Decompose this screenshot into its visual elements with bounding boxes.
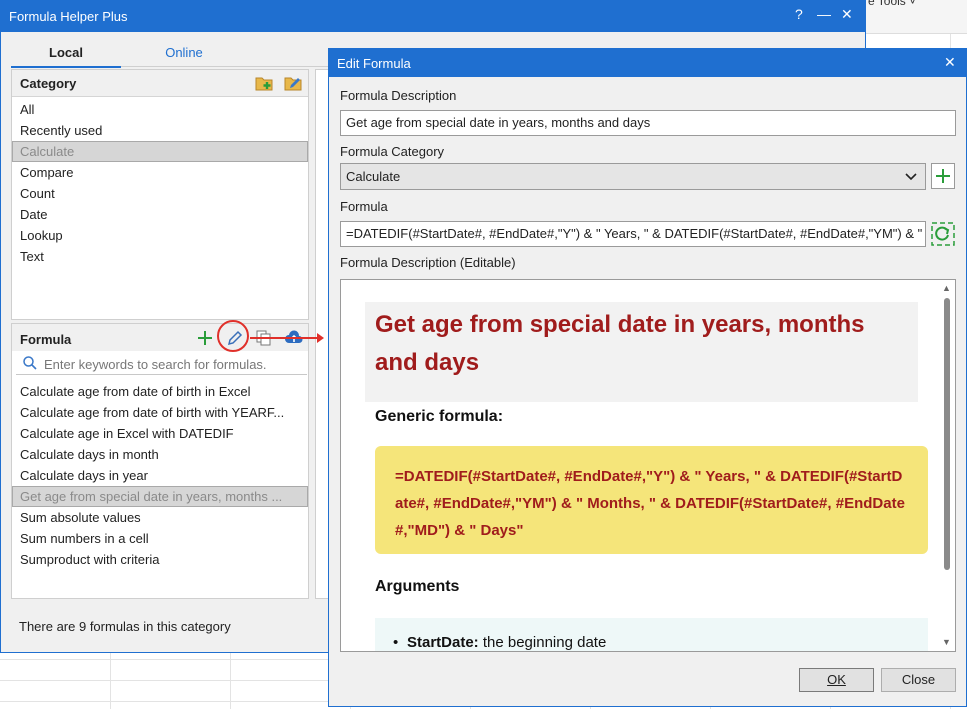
edit-title: Edit Formula — [337, 56, 411, 71]
category-select-value: Calculate — [346, 169, 401, 184]
search-input[interactable]: Enter keywords to search for formulas. — [44, 357, 267, 372]
formula-field[interactable]: =DATEDIF(#StartDate#, #EndDate#,"Y") & "… — [340, 221, 926, 247]
category-item[interactable]: Count — [12, 183, 308, 204]
add-category-button[interactable] — [931, 163, 955, 189]
formula-item[interactable]: Sum numbers in a cell — [12, 528, 308, 549]
category-panel: Category All Recently used Calculate Compar… — [11, 69, 309, 320]
cloud-upload-icon[interactable] — [284, 329, 304, 349]
formula-item[interactable]: Calculate age from date of birth in Exce… — [12, 381, 308, 402]
tab-online[interactable]: Online — [129, 45, 239, 60]
category-item[interactable]: Lookup — [12, 225, 308, 246]
chevron-down-icon — [905, 164, 917, 198]
red-arrow-annotation — [250, 333, 324, 343]
category-heading: Category — [20, 76, 77, 91]
ribbon-tools-label: e Tools ˅ — [868, 0, 917, 8]
generic-formula-heading: Generic formula: — [375, 408, 504, 425]
add-formula-icon[interactable] — [196, 329, 216, 349]
main-close-button[interactable]: ✕ — [841, 6, 853, 23]
bullet-icon: • — [393, 634, 399, 651]
category-item[interactable]: Recently used — [12, 120, 308, 141]
minimize-button[interactable]: — — [817, 6, 831, 22]
category-label: Formula Category — [340, 144, 445, 159]
preview-scrollbar[interactable]: ▲ ▼ — [939, 280, 955, 651]
formula-label: Formula — [340, 199, 388, 214]
argument-description: the beginning date — [478, 634, 607, 651]
close-button[interactable]: Close — [881, 668, 956, 692]
generic-formula-code: =DATEDIF(#StartDate#, #EndDate#,"Y") & "… — [375, 446, 928, 554]
arguments-heading: Arguments — [375, 578, 460, 595]
ok-button-label: OK — [827, 672, 846, 687]
category-header: Category — [12, 70, 308, 97]
scroll-up-icon[interactable]: ▲ — [942, 283, 951, 293]
formula-count-status: There are 9 formulas in this category — [19, 619, 231, 634]
formula-item[interactable]: Calculate age in Excel with DATEDIF — [12, 423, 308, 444]
formula-item[interactable]: Calculate age from date of birth with YE… — [12, 402, 308, 423]
argument-name: StartDate: — [407, 634, 479, 651]
formula-list: Calculate age from date of birth in Exce… — [12, 381, 308, 570]
category-select[interactable]: Calculate — [340, 163, 926, 190]
edit-highlight-circle — [217, 320, 249, 352]
description-field[interactable]: Get age from special date in years, mont… — [340, 110, 956, 136]
category-item[interactable]: All — [12, 99, 308, 120]
description-label: Formula Description — [340, 88, 457, 103]
search-icon — [22, 355, 38, 374]
ok-button[interactable]: OK — [799, 668, 874, 692]
edit-titlebar: Edit Formula ✕ — [329, 49, 966, 77]
argument-startdate: • StartDate: the beginning date — [393, 634, 607, 651]
category-item[interactable]: Compare — [12, 162, 308, 183]
editable-description-label: Formula Description (Editable) — [340, 255, 516, 270]
formula-item[interactable]: Get age from special date in years, mont… — [12, 486, 308, 507]
ribbon-fragment: e Tools ˅ — [860, 0, 967, 34]
help-button[interactable]: ? — [795, 6, 803, 22]
category-item[interactable]: Text — [12, 246, 308, 267]
edit-category-icon[interactable] — [284, 74, 304, 94]
copy-icon[interactable] — [255, 329, 275, 349]
scroll-thumb[interactable] — [944, 298, 950, 570]
scroll-down-icon[interactable]: ▼ — [942, 637, 951, 647]
edit-formula-dialog: Edit Formula ✕ Formula Description Get a… — [328, 48, 967, 707]
tab-local[interactable]: Local — [11, 45, 121, 68]
description-preview[interactable]: Get age from special date in years, mont… — [340, 279, 956, 652]
formula-search[interactable]: Enter keywords to search for formulas. — [16, 353, 307, 375]
formula-panel: Formula Enter keywords to search for for… — [11, 323, 309, 599]
category-item[interactable]: Date — [12, 204, 308, 225]
preview-title: Get age from special date in years, mont… — [375, 311, 865, 376]
formula-item[interactable]: Sumproduct with criteria — [12, 549, 308, 570]
category-list: All Recently used Calculate Compare Count Dat… — [12, 99, 308, 267]
formula-item[interactable]: Sum absolute values — [12, 507, 308, 528]
refresh-icon[interactable] — [931, 221, 955, 247]
add-category-icon[interactable] — [255, 74, 275, 94]
formula-item[interactable]: Calculate days in month — [12, 444, 308, 465]
category-item[interactable]: Calculate — [12, 141, 308, 162]
formula-heading: Formula — [20, 332, 72, 347]
formula-item[interactable]: Calculate days in year — [12, 465, 308, 486]
edit-close-icon[interactable]: ✕ — [944, 54, 956, 71]
main-titlebar: Formula Helper Plus ? — ✕ — [1, 1, 865, 32]
main-title: Formula Helper Plus — [9, 9, 128, 24]
